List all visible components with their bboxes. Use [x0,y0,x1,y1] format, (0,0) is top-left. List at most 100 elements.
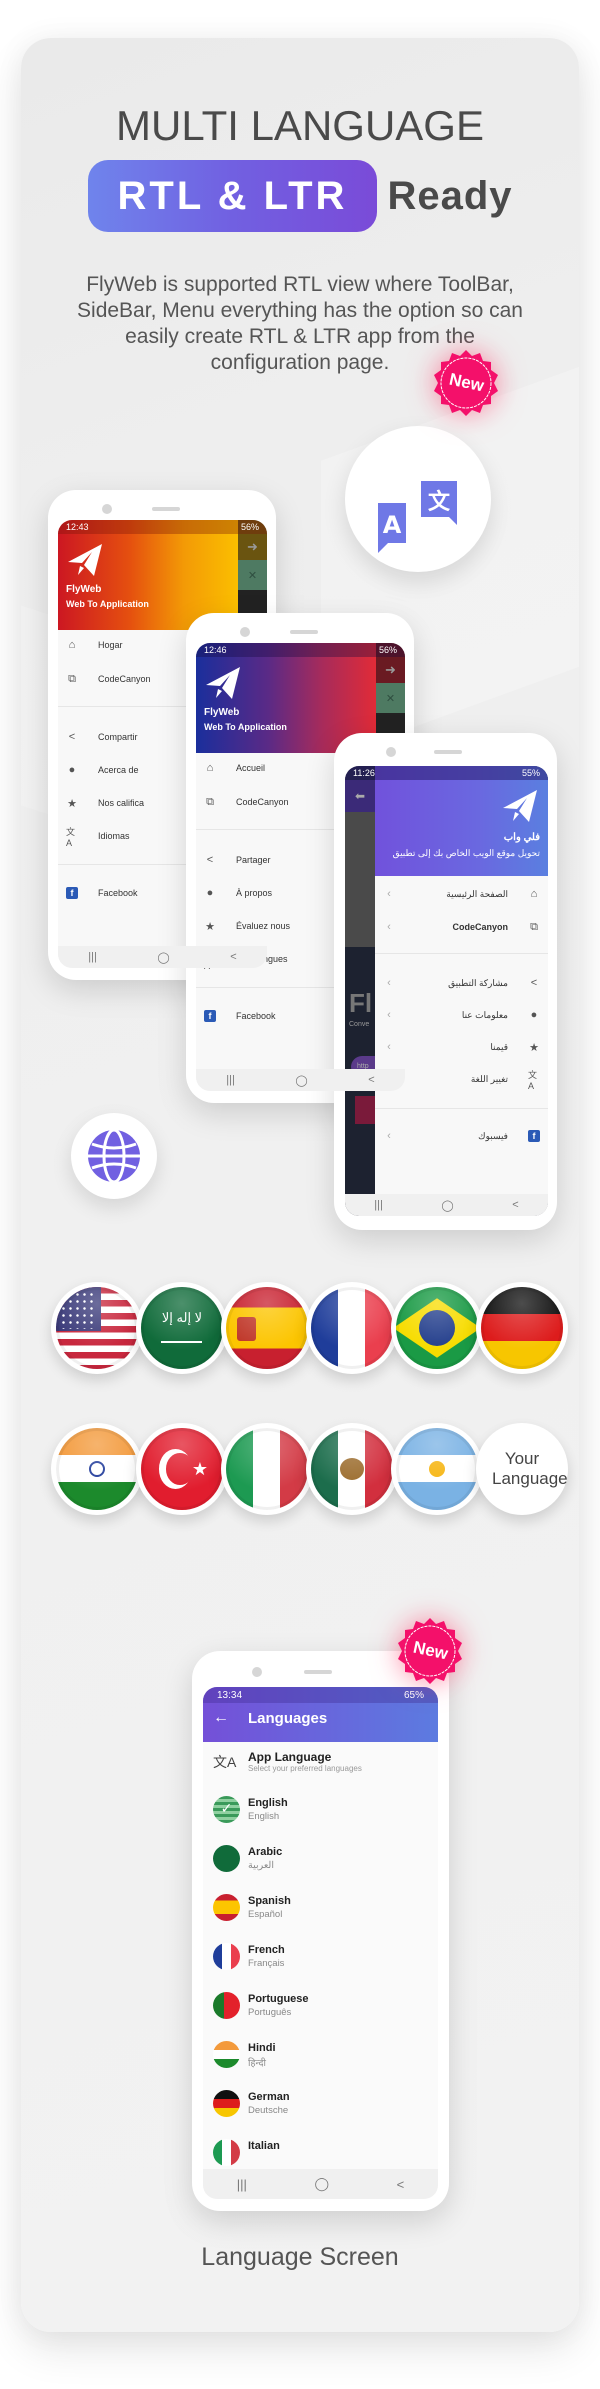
check-icon: ✓ [220,1800,233,1816]
back-arrow-icon[interactable]: ← [213,1709,229,1727]
close-icon: ✕ [376,683,405,713]
recents-button[interactable]: ||| [237,2177,247,2192]
chevron-left-icon: ‹ [387,1041,391,1053]
home-button[interactable]: ◯ [295,1074,307,1087]
arrow-left-icon: ⬅ [345,780,375,812]
speaker [290,630,318,634]
codecanyon-icon: ⧉ [530,920,538,933]
menu-item-share[interactable]: ‹ مشاركة التطبيق < [375,973,548,993]
flag-icon [213,2041,240,2068]
language-name: French [248,1944,285,1956]
app-name: فلي واب [503,832,540,843]
back-button[interactable]: < [230,951,236,963]
flag-germany [476,1282,568,1374]
app-subtitle: Web To Application [204,722,287,732]
language-name: English [248,1797,288,1809]
flag-icon [213,1992,240,2019]
flag-icon [213,2090,240,2117]
language-item[interactable]: Hindi हिन्दी [203,2031,438,2080]
menu-item-rate[interactable]: ‹ قيمنا ★ [375,1037,548,1057]
menu-item-about[interactable]: ‹ معلومات عنا ● [375,1005,548,1025]
language-item[interactable]: ✓ English English [203,1786,438,1835]
info-icon: ● [68,764,76,776]
language-native-name: Español [248,1909,283,1920]
language-name: German [248,2091,290,2103]
flag-icon [213,2139,240,2166]
language-native-name: Deutsche [248,2105,289,2116]
info-icon: ● [206,887,214,899]
status-time: 11:26 [353,768,375,778]
home-button[interactable]: ◯ [314,2176,329,2192]
status-battery: 56% [378,645,397,655]
new-badge: New [431,348,501,418]
phone-screen: ⬅ Fl Conve http 11:26 55% فلي واب تحويل … [345,766,548,1216]
status-battery: 65% [403,1689,424,1701]
language-name: Portuguese [248,1993,309,2005]
language-native-name: हिन्दी [248,2058,266,2069]
language-native-name: العربية [248,1860,274,1871]
globe-icon [88,1128,140,1184]
divider [375,953,548,954]
language-item[interactable]: French Français [203,1933,438,1982]
arrow-right-icon: ➜ [385,662,396,677]
logo-plane-icon [206,667,240,699]
app-language-subtitle: Select your preferred languages [248,1764,362,1773]
ready-label: Ready [387,173,513,218]
flag-mexico [306,1423,398,1515]
language-name: Hindi [248,2042,276,2054]
language-item[interactable]: Portuguese Português [203,1982,438,2031]
status-bar: 12:46 56% [196,643,405,657]
facebook-icon: f [204,1010,216,1022]
speaker [434,750,462,754]
share-icon: < [68,731,76,743]
back-button[interactable]: < [397,2177,405,2192]
language-name: Spanish [248,1895,291,1907]
phone-arabic: ⬅ Fl Conve http 11:26 55% فلي واب تحويل … [334,733,557,1230]
language-native-name: Français [248,1958,285,1969]
translate-icon: A 文 [378,481,457,553]
app-name: FlyWeb [204,707,240,718]
rtl-ltr-pill: RTL & LTR [87,160,378,232]
background-title: Fl [349,988,373,1018]
language-screen-caption: Language Screen [201,2243,399,2271]
promo-card: MULTI LANGUAGE RTL & LTR Ready FlyWeb is… [21,38,579,2332]
language-item[interactable]: German Deutsche [203,2080,438,2129]
info-icon: ● [530,1009,538,1021]
status-battery: 56% [240,522,259,532]
status-time: 12:43 [66,522,89,532]
logo-plane-icon [68,544,102,576]
app-bar: 13:34 65% ← Languages [203,1687,438,1742]
language-name: Arabic [248,1846,283,1858]
translate-icon: 文A [213,1754,237,1770]
status-time: 13:34 [217,1689,243,1701]
drawer-header: فلي واب تحويل موقع الويب الخاص بك إلى تط… [375,766,548,876]
background-app [345,812,375,947]
language-item[interactable]: Arabic العربية [203,1835,438,1884]
recents-button[interactable]: ||| [374,1199,383,1211]
divider [375,1108,548,1109]
menu-item-home[interactable]: ‹ الصفحة الرئيسية ⌂ [375,884,548,904]
home-button[interactable]: ◯ [157,951,169,964]
share-icon: < [206,854,214,866]
back-button[interactable]: < [512,1199,518,1211]
language-item[interactable]: Spanish Español [203,1884,438,1933]
camera [102,504,112,514]
home-button[interactable]: ◯ [441,1199,453,1212]
flag-turkey: ★ [136,1423,228,1515]
svg-text:A: A [383,511,402,539]
menu-item-facebook[interactable]: ‹ فيسبوك f [375,1126,548,1146]
translate-icon: 文A [66,826,76,848]
back-button[interactable]: < [368,1074,374,1086]
menu-item-codecanyon[interactable]: ‹ CodeCanyon ⧉ [375,917,548,937]
app-language-header: 文A App Language Select your preferred la… [203,1742,438,1786]
new-badge: New [395,1616,465,1686]
recents-button[interactable]: ||| [226,1074,235,1086]
chevron-left-icon: ‹ [387,1130,391,1142]
chevron-left-icon: ‹ [387,888,391,900]
flag-argentina [391,1423,483,1515]
status-bar: 11:26 55% [345,766,548,780]
android-nav-bar: ||| ◯ < [58,946,267,968]
recents-button[interactable]: ||| [88,951,97,963]
translate-icon: 文A [528,1069,538,1091]
app-subtitle: Web To Application [66,599,149,609]
